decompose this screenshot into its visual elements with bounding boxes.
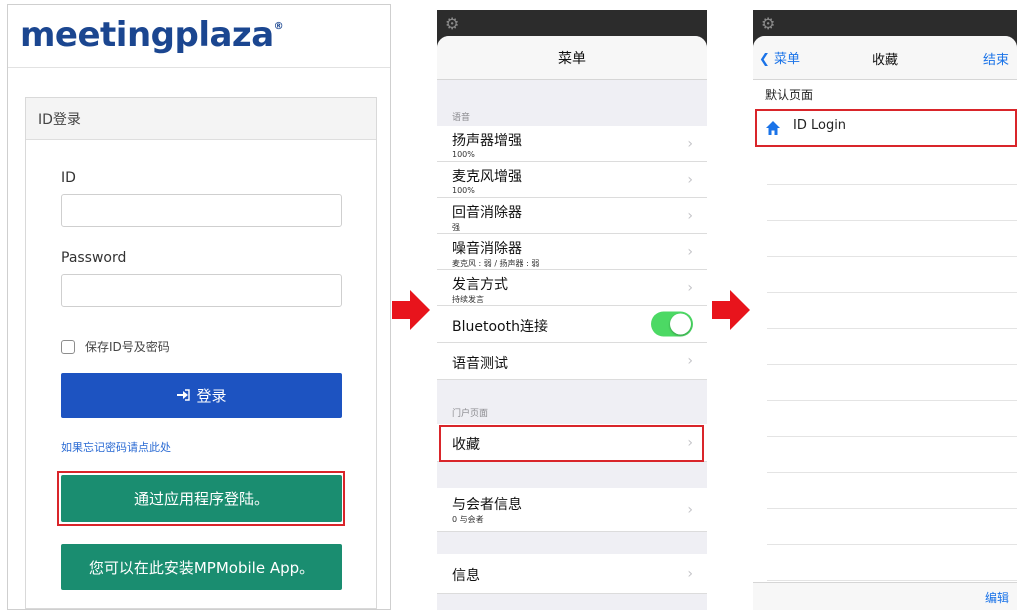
menu-title: 菜单	[558, 50, 586, 67]
menu-item-echo[interactable]: 回音消除器 强 ›	[437, 198, 707, 234]
divider	[767, 328, 1017, 329]
favorites-toolbar: 编辑	[753, 582, 1017, 610]
menu-item-label: 噪音消除器	[452, 241, 522, 257]
menu-sheet: 菜单 语音 扬声器增强 100% › 麦克风增强 100% › 回音消除器 强 …	[437, 36, 707, 610]
password-input[interactable]	[61, 274, 342, 307]
highlight-box	[439, 425, 704, 462]
id-login-card: ID登录 ID Password 保存ID号及密码 登录 如果忘记密码请点此处 …	[25, 97, 377, 609]
divider	[767, 256, 1017, 257]
menu-item-label: 麦克风增强	[452, 169, 522, 185]
id-label: ID	[61, 170, 76, 186]
gear-icon[interactable]: ⚙	[445, 14, 459, 33]
forgot-password-link[interactable]: 如果忘记密码请点此处	[61, 439, 171, 455]
menu-item-value: 100%	[452, 150, 475, 159]
favorites-sheet: ❮ 菜单 收藏 结束 默认页面 ID Login 编辑	[753, 36, 1017, 610]
menu-item-label: 语音测试	[452, 356, 508, 372]
gear-icon[interactable]: ⚙	[761, 14, 775, 33]
sign-in-icon	[176, 387, 191, 405]
favorites-title: 收藏	[871, 53, 898, 68]
favorites-screen: ⚙ ❮ 菜单 收藏 结束 默认页面 ID Login 编辑	[753, 10, 1017, 610]
highlight-box	[755, 109, 1017, 147]
menu-item-bluetooth: Bluetooth连接	[437, 306, 707, 343]
menu-item-value: 100%	[452, 186, 475, 195]
divider	[767, 184, 1017, 185]
default-page-header: 默认页面	[765, 88, 814, 102]
section-header-audio: 语音	[452, 113, 471, 123]
menu-item-label: 信息	[452, 568, 480, 584]
divider	[767, 292, 1017, 293]
web-login-panel: meetingplaza® ID登录 ID Password 保存ID号及密码 …	[7, 4, 391, 610]
menu-item-voice-test[interactable]: 语音测试 ›	[437, 343, 707, 380]
menu-item-value: 0 与会者	[452, 515, 484, 524]
menu-item-info[interactable]: 信息 ›	[437, 554, 707, 594]
install-app-button[interactable]: 您可以在此安装MPMobile App。	[61, 544, 342, 590]
app-login-button[interactable]: 通过应用程序登陆。	[61, 475, 342, 522]
right-arrow-icon	[392, 290, 430, 330]
menu-item-label: 与会者信息	[452, 497, 522, 513]
menu-item-value: 持续发言	[452, 295, 484, 304]
menu-item-mic[interactable]: 麦克风增强 100% ›	[437, 162, 707, 198]
menu-navbar: 菜单	[437, 36, 707, 80]
favorites-list: 默认页面 ID Login	[753, 80, 1017, 582]
menu-screen: ⚙ 菜单 语音 扬声器增强 100% › 麦克风增强 100% › 回音消除器 …	[437, 10, 707, 610]
card-title: ID登录	[26, 98, 376, 140]
divider	[767, 472, 1017, 473]
divider	[767, 508, 1017, 509]
section-header-portal: 门户页面	[452, 409, 489, 419]
menu-item-participants[interactable]: 与会者信息 0 与会者 ›	[437, 488, 707, 532]
divider	[767, 544, 1017, 545]
menu-item-noise[interactable]: 噪音消除器 麦克风 : 弱 / 扬声器 : 弱 ›	[437, 234, 707, 270]
remember-label: 保存ID号及密码	[85, 340, 170, 354]
remember-checkbox[interactable]	[61, 339, 75, 354]
password-label: Password	[61, 250, 127, 266]
menu-item-talk-mode[interactable]: 发言方式 持续发言 ›	[437, 270, 707, 306]
menu-item-label: 扬声器增强	[452, 133, 522, 149]
chevron-right-icon: ›	[687, 279, 693, 296]
divider	[767, 364, 1017, 365]
favorites-navbar: ❮ 菜单 收藏 结束	[753, 36, 1017, 80]
login-button-label: 登录	[196, 387, 227, 405]
chevron-right-icon: ›	[687, 135, 693, 152]
right-arrow-icon	[712, 290, 750, 330]
chevron-right-icon: ›	[687, 243, 693, 260]
remember-row[interactable]: 保存ID号及密码	[61, 338, 170, 355]
menu-item-speaker[interactable]: 扬声器增强 100% ›	[437, 126, 707, 162]
chevron-right-icon: ›	[687, 565, 693, 582]
bluetooth-toggle[interactable]	[651, 311, 693, 337]
done-button[interactable]: 结束	[983, 49, 1009, 68]
divider	[767, 580, 1017, 581]
chevron-right-icon: ›	[687, 207, 693, 224]
meetingplaza-logo: meetingplaza®	[20, 15, 284, 55]
chevron-right-icon: ›	[687, 171, 693, 188]
chevron-right-icon: ›	[687, 501, 693, 518]
divider	[767, 400, 1017, 401]
divider	[767, 220, 1017, 221]
menu-item-value: 麦克风 : 弱 / 扬声器 : 弱	[452, 259, 540, 268]
id-input[interactable]	[61, 194, 342, 227]
edit-button[interactable]: 编辑	[985, 589, 1009, 606]
menu-item-label: 回音消除器	[452, 205, 522, 221]
login-button[interactable]: 登录	[61, 373, 342, 418]
menu-item-value: 强	[452, 223, 460, 232]
divider	[767, 436, 1017, 437]
menu-item-label: 发言方式	[452, 277, 508, 293]
chevron-right-icon: ›	[687, 353, 693, 369]
divider	[8, 67, 390, 68]
